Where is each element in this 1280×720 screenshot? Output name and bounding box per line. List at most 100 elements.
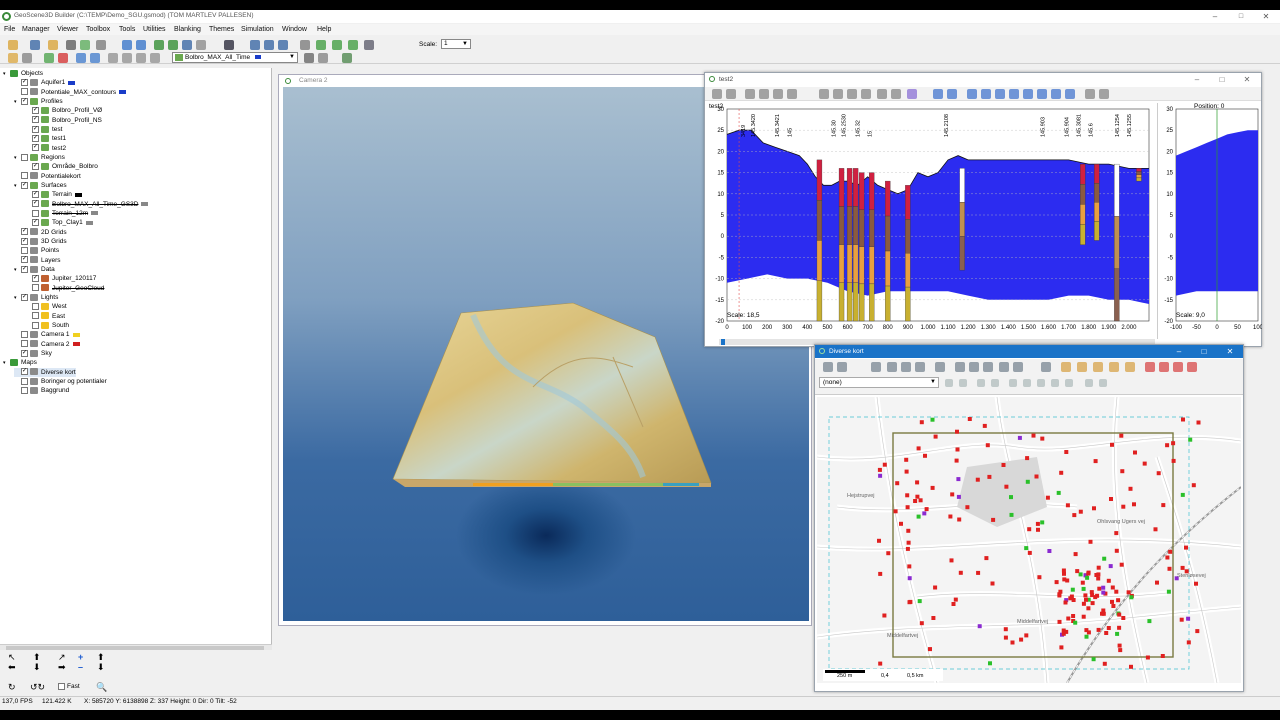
color-swatch[interactable]	[119, 89, 127, 94]
spin-left-icon[interactable]: ↺↻	[30, 682, 45, 693]
visibility-checkbox[interactable]	[21, 88, 28, 96]
visibility-checkbox[interactable]	[21, 387, 28, 394]
maximize-button[interactable]: □	[1231, 10, 1251, 23]
theme-edit-icon[interactable]	[342, 53, 352, 63]
tile-icon[interactable]	[278, 40, 288, 50]
expand-toggle-icon[interactable]: ▾	[14, 154, 21, 163]
expand-toggle-icon[interactable]: ▾	[14, 182, 21, 191]
tree-item[interactable]: Aquifer1	[14, 78, 76, 87]
fit2-icon[interactable]	[891, 89, 901, 99]
profile-close-button[interactable]: ✕	[1237, 73, 1257, 86]
tree-scrollbar[interactable]	[0, 644, 272, 650]
tree-item[interactable]: Terrain	[25, 190, 82, 199]
menu-manager[interactable]: Manager	[22, 24, 50, 35]
snap-icon[interactable]	[977, 379, 985, 387]
map-maximize-button[interactable]: □	[1194, 345, 1214, 358]
tree-item[interactable]: ▾ Profiles	[14, 97, 63, 106]
move-down-arrow-icon[interactable]: ⬇	[33, 662, 41, 673]
visibility-checkbox[interactable]	[32, 275, 39, 283]
tree-item[interactable]: test2	[25, 144, 66, 153]
refresh-icon[interactable]	[80, 40, 90, 50]
select-icon[interactable]	[823, 362, 833, 372]
minimize-button[interactable]: –	[1205, 10, 1225, 23]
move-vertex-icon[interactable]	[1037, 379, 1045, 387]
map-close-button[interactable]: ✕	[1220, 345, 1240, 358]
profile-chart-panel[interactable]: test2 0 100 200 300 400 500 600 700 800 900 1.000 1…	[707, 103, 1153, 339]
tree-item[interactable]: ▾ Regions	[14, 153, 65, 162]
edit-icon[interactable]	[316, 40, 326, 50]
up-icon[interactable]	[967, 89, 977, 99]
expand-toggle-icon[interactable]: ▾	[14, 266, 21, 275]
fast-checkbox[interactable]: Fast	[58, 683, 80, 690]
draw-icon[interactable]	[300, 40, 310, 50]
map-layer-select[interactable]: (none) ▼	[819, 377, 939, 388]
expand-toggle-icon[interactable]: ▾	[3, 70, 10, 79]
menu-utilities[interactable]: Utilities	[143, 24, 166, 35]
pan-icon[interactable]	[759, 89, 769, 99]
select-icon[interactable]	[122, 40, 132, 50]
zoom-in-icon[interactable]: +	[78, 652, 83, 662]
profile-scroll-thumb[interactable]	[721, 339, 725, 345]
zoom-out-icon[interactable]	[847, 89, 857, 99]
rotate-icon[interactable]	[745, 89, 755, 99]
undo-icon[interactable]	[1009, 379, 1017, 387]
visibility-checkbox[interactable]	[21, 265, 28, 273]
visibility-checkbox[interactable]	[21, 153, 28, 161]
pause-icon[interactable]	[122, 53, 132, 63]
visibility-checkbox[interactable]	[21, 172, 28, 180]
tree-item[interactable]: Område_Bolbro	[25, 162, 98, 171]
tree-item[interactable]: ▾ Surfaces	[14, 181, 67, 190]
tree-item[interactable]: Jupiter_GeoCloud	[25, 284, 104, 293]
fit-icon[interactable]	[1013, 362, 1023, 372]
next-icon[interactable]	[947, 89, 957, 99]
tree-item[interactable]: Camera 2	[14, 340, 80, 349]
tree-item[interactable]: Sky	[14, 349, 52, 358]
delete-icon[interactable]	[915, 362, 925, 372]
visibility-checkbox[interactable]	[21, 79, 28, 87]
ruler-icon[interactable]	[907, 89, 917, 99]
open-icon[interactable]	[8, 40, 18, 50]
position-chart[interactable]: -100 -50 0 50 100302520151050-5-10-15-20	[1158, 103, 1262, 339]
rotate-icon[interactable]: ↻	[8, 682, 16, 693]
profile-section-chart[interactable]: 0 100 200 300 400 500 600 700 800 900 1.000 1.100 1.…	[707, 103, 1153, 339]
menu-themes[interactable]: Themes	[209, 24, 234, 35]
tree-item[interactable]: ▾ Data	[14, 265, 55, 274]
visibility-checkbox[interactable]	[32, 135, 39, 143]
visibility-checkbox[interactable]	[32, 200, 39, 208]
tree-item[interactable]: Layers	[14, 256, 61, 265]
layers-icon[interactable]	[1061, 362, 1071, 372]
menu-toolbox[interactable]: Toolbox	[86, 24, 110, 35]
stop2-icon[interactable]	[150, 53, 160, 63]
visibility-checkbox[interactable]	[32, 191, 39, 199]
print-icon[interactable]	[66, 40, 76, 50]
zoom-extent-icon[interactable]	[861, 89, 871, 99]
profile-maximize-button[interactable]: □	[1212, 73, 1232, 86]
cursor-icon[interactable]	[1085, 379, 1093, 387]
pan-icon[interactable]	[168, 40, 178, 50]
calc-icon[interactable]	[364, 40, 374, 50]
color-swatch[interactable]	[72, 332, 80, 337]
play-icon[interactable]	[108, 53, 118, 63]
visibility-checkbox[interactable]	[21, 349, 28, 357]
pan-icon[interactable]	[887, 362, 897, 372]
edit-point-icon[interactable]	[945, 379, 953, 387]
delete-icon[interactable]	[196, 40, 206, 50]
select-area-icon[interactable]	[837, 362, 847, 372]
tree-item[interactable]: Points	[14, 246, 59, 255]
measure-icon[interactable]	[1093, 362, 1103, 372]
scroll-thumb[interactable]	[6, 646, 264, 650]
undo-icon[interactable]	[1023, 89, 1033, 99]
tree-item[interactable]: Top_Clay1	[25, 218, 93, 227]
visibility-checkbox[interactable]	[21, 331, 28, 339]
menu-simulation[interactable]: Simulation	[241, 24, 274, 35]
select-area-icon[interactable]	[136, 40, 146, 50]
menu-window[interactable]: Window	[282, 24, 307, 35]
tree-item[interactable]: ▾ Objects	[3, 69, 43, 78]
redo-icon[interactable]	[1037, 89, 1047, 99]
table-icon[interactable]	[1099, 379, 1107, 387]
tree-item[interactable]: West	[25, 302, 67, 311]
diamond-icon[interactable]	[76, 53, 86, 63]
flip-icon[interactable]	[1125, 362, 1135, 372]
expand-toggle-icon[interactable]: ▾	[14, 98, 21, 107]
delete-icon[interactable]	[787, 89, 797, 99]
